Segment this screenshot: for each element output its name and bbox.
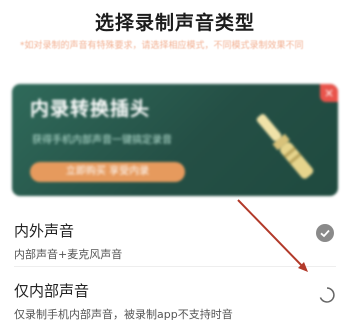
banner-buy-button[interactable]: 立即购买 享受内录: [30, 162, 185, 182]
dialog-title: 选择录制声音类型: [94, 12, 255, 34]
radio-loading-icon[interactable]: [318, 286, 336, 304]
option-subtitle: 内部声音+麦克风声音: [14, 248, 123, 261]
divider: [14, 266, 336, 267]
option-title: 内外声音: [14, 222, 75, 240]
check-circle-icon[interactable]: [316, 224, 334, 242]
watermark-cover: [268, 268, 350, 326]
option-internal-external[interactable]: 内外声音 内部声音+麦克风声音: [14, 220, 334, 262]
audio-jack-icon: [256, 114, 314, 179]
promo-banner[interactable]: 内录转换插头 获得手机内部声音一键搞定录音 立即购买 享受内录 ×: [12, 84, 338, 196]
banner-title: 内录转换插头: [30, 98, 151, 120]
banner-subtitle: 获得手机内部声音一键搞定录音: [32, 135, 172, 146]
notice-text: *如对录制的声音有特殊要求，请选择相应模式，不同模式录制效果不同: [20, 41, 304, 51]
banner-close-icon[interactable]: ×: [320, 84, 338, 102]
